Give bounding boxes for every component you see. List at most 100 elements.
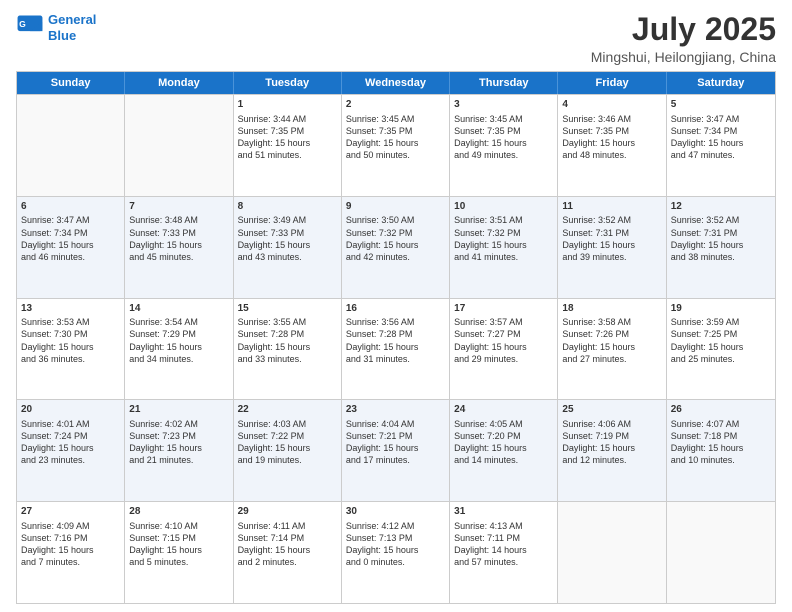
day-info-line: Sunrise: 3:47 AM <box>21 214 120 226</box>
day-info-line: Sunset: 7:35 PM <box>562 125 661 137</box>
day-cell-24: 24Sunrise: 4:05 AMSunset: 7:20 PMDayligh… <box>450 400 558 501</box>
day-cell-15: 15Sunrise: 3:55 AMSunset: 7:28 PMDayligh… <box>234 299 342 400</box>
day-info-line: and 0 minutes. <box>346 556 445 568</box>
day-info-line: and 19 minutes. <box>238 454 337 466</box>
day-cell-23: 23Sunrise: 4:04 AMSunset: 7:21 PMDayligh… <box>342 400 450 501</box>
day-number: 15 <box>238 302 337 316</box>
day-cell-28: 28Sunrise: 4:10 AMSunset: 7:15 PMDayligh… <box>125 502 233 603</box>
logo-line2: Blue <box>48 28 76 43</box>
day-cell-22: 22Sunrise: 4:03 AMSunset: 7:22 PMDayligh… <box>234 400 342 501</box>
day-info-line: and 7 minutes. <box>21 556 120 568</box>
day-info-line: and 43 minutes. <box>238 251 337 263</box>
day-info-line: Sunrise: 4:03 AM <box>238 418 337 430</box>
calendar-body: 1Sunrise: 3:44 AMSunset: 7:35 PMDaylight… <box>17 94 775 603</box>
day-number: 24 <box>454 403 553 417</box>
day-info-line: Daylight: 14 hours <box>454 544 553 556</box>
day-number: 4 <box>562 98 661 112</box>
day-info-line: Daylight: 15 hours <box>21 442 120 454</box>
day-info-line: Sunset: 7:30 PM <box>21 328 120 340</box>
day-number: 20 <box>21 403 120 417</box>
day-info-line: Sunrise: 4:04 AM <box>346 418 445 430</box>
day-info-line: Sunrise: 4:01 AM <box>21 418 120 430</box>
day-info-line: Sunset: 7:26 PM <box>562 328 661 340</box>
day-cell-13: 13Sunrise: 3:53 AMSunset: 7:30 PMDayligh… <box>17 299 125 400</box>
day-info-line: Sunset: 7:13 PM <box>346 532 445 544</box>
day-info-line: and 21 minutes. <box>129 454 228 466</box>
empty-cell <box>558 502 666 603</box>
day-info-line: Sunset: 7:22 PM <box>238 430 337 442</box>
header-day-saturday: Saturday <box>667 72 775 94</box>
day-info-line: Sunrise: 3:49 AM <box>238 214 337 226</box>
day-cell-31: 31Sunrise: 4:13 AMSunset: 7:11 PMDayligh… <box>450 502 558 603</box>
day-info-line: Sunrise: 4:11 AM <box>238 520 337 532</box>
header-day-wednesday: Wednesday <box>342 72 450 94</box>
day-cell-10: 10Sunrise: 3:51 AMSunset: 7:32 PMDayligh… <box>450 197 558 298</box>
day-info-line: Daylight: 15 hours <box>21 341 120 353</box>
day-info-line: Sunrise: 3:53 AM <box>21 316 120 328</box>
day-info-line: Daylight: 15 hours <box>238 544 337 556</box>
day-info-line: Sunset: 7:25 PM <box>671 328 771 340</box>
day-number: 29 <box>238 505 337 519</box>
day-info-line: and 51 minutes. <box>238 149 337 161</box>
day-info-line: and 57 minutes. <box>454 556 553 568</box>
logo-icon: G <box>16 14 44 42</box>
day-info-line: Sunset: 7:20 PM <box>454 430 553 442</box>
day-info-line: Daylight: 15 hours <box>346 544 445 556</box>
day-info-line: Daylight: 15 hours <box>454 442 553 454</box>
day-cell-29: 29Sunrise: 4:11 AMSunset: 7:14 PMDayligh… <box>234 502 342 603</box>
day-info-line: and 2 minutes. <box>238 556 337 568</box>
day-info-line: and 41 minutes. <box>454 251 553 263</box>
day-info-line: Daylight: 15 hours <box>671 442 771 454</box>
day-info-line: Sunrise: 4:12 AM <box>346 520 445 532</box>
day-info-line: Sunrise: 3:51 AM <box>454 214 553 226</box>
top-section: G General Blue July 2025 Mingshui, Heilo… <box>16 12 776 65</box>
day-info-line: Sunset: 7:27 PM <box>454 328 553 340</box>
page: G General Blue July 2025 Mingshui, Heilo… <box>0 0 792 612</box>
day-info-line: Sunrise: 3:46 AM <box>562 113 661 125</box>
week-row-3: 20Sunrise: 4:01 AMSunset: 7:24 PMDayligh… <box>17 399 775 501</box>
calendar-header: SundayMondayTuesdayWednesdayThursdayFrid… <box>17 72 775 94</box>
day-info-line: Sunset: 7:31 PM <box>562 227 661 239</box>
day-number: 13 <box>21 302 120 316</box>
day-number: 10 <box>454 200 553 214</box>
day-number: 28 <box>129 505 228 519</box>
header-day-thursday: Thursday <box>450 72 558 94</box>
day-info-line: and 36 minutes. <box>21 353 120 365</box>
day-info-line: Daylight: 15 hours <box>454 341 553 353</box>
day-info-line: Daylight: 15 hours <box>129 239 228 251</box>
day-info-line: Sunset: 7:34 PM <box>21 227 120 239</box>
day-info-line: Daylight: 15 hours <box>238 341 337 353</box>
day-info-line: Daylight: 15 hours <box>346 341 445 353</box>
day-cell-6: 6Sunrise: 3:47 AMSunset: 7:34 PMDaylight… <box>17 197 125 298</box>
day-number: 19 <box>671 302 771 316</box>
day-info-line: Sunrise: 3:44 AM <box>238 113 337 125</box>
day-info-line: and 12 minutes. <box>562 454 661 466</box>
day-info-line: and 25 minutes. <box>671 353 771 365</box>
week-row-4: 27Sunrise: 4:09 AMSunset: 7:16 PMDayligh… <box>17 501 775 603</box>
day-info-line: Daylight: 15 hours <box>671 137 771 149</box>
day-info-line: Sunset: 7:29 PM <box>129 328 228 340</box>
day-info-line: Daylight: 15 hours <box>562 137 661 149</box>
day-number: 6 <box>21 200 120 214</box>
day-info-line: and 39 minutes. <box>562 251 661 263</box>
day-info-line: Sunset: 7:31 PM <box>671 227 771 239</box>
day-cell-19: 19Sunrise: 3:59 AMSunset: 7:25 PMDayligh… <box>667 299 775 400</box>
empty-cell <box>17 95 125 196</box>
day-info-line: Sunset: 7:23 PM <box>129 430 228 442</box>
day-cell-25: 25Sunrise: 4:06 AMSunset: 7:19 PMDayligh… <box>558 400 666 501</box>
day-info-line: Daylight: 15 hours <box>21 544 120 556</box>
day-number: 3 <box>454 98 553 112</box>
main-title: July 2025 <box>591 12 776 47</box>
day-cell-9: 9Sunrise: 3:50 AMSunset: 7:32 PMDaylight… <box>342 197 450 298</box>
calendar: SundayMondayTuesdayWednesdayThursdayFrid… <box>16 71 776 604</box>
day-info-line: Daylight: 15 hours <box>562 442 661 454</box>
day-info-line: Sunset: 7:11 PM <box>454 532 553 544</box>
day-cell-1: 1Sunrise: 3:44 AMSunset: 7:35 PMDaylight… <box>234 95 342 196</box>
day-info-line: Daylight: 15 hours <box>238 137 337 149</box>
day-info-line: Sunset: 7:28 PM <box>238 328 337 340</box>
day-info-line: and 31 minutes. <box>346 353 445 365</box>
logo: G General Blue <box>16 12 96 43</box>
day-info-line: Sunrise: 4:09 AM <box>21 520 120 532</box>
day-info-line: Sunrise: 3:54 AM <box>129 316 228 328</box>
day-info-line: Sunrise: 3:57 AM <box>454 316 553 328</box>
